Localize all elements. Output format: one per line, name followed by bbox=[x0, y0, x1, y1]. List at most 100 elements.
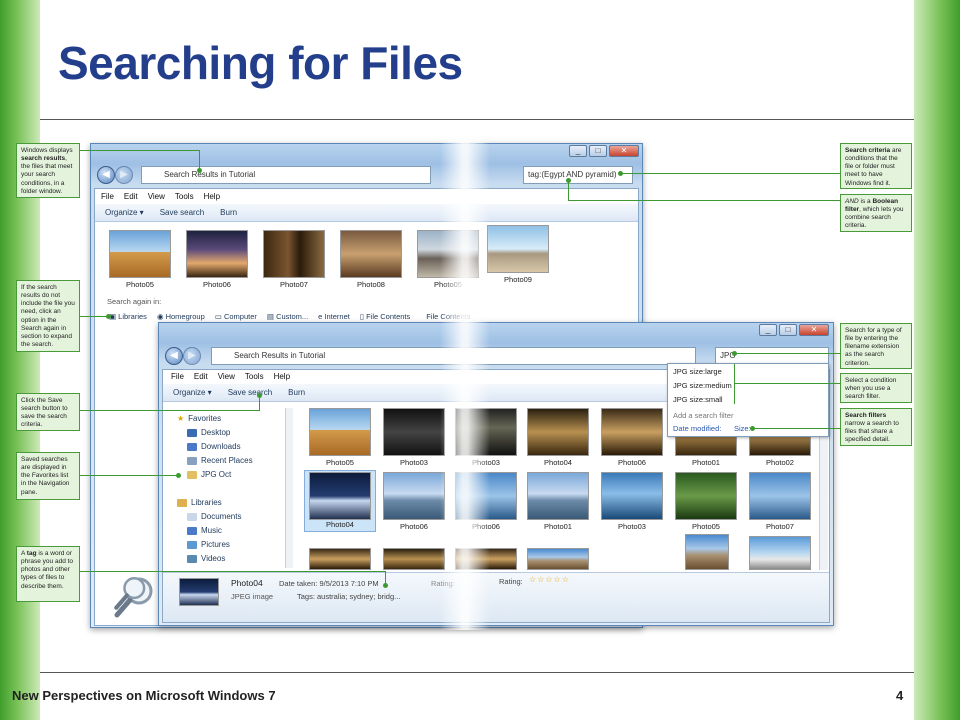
search-again-custom[interactable]: ▤ Custom... bbox=[267, 312, 308, 321]
search-again-libraries[interactable]: ▣ Libraries bbox=[109, 312, 147, 321]
footer-divider bbox=[40, 672, 914, 673]
thumbnail[interactable] bbox=[487, 225, 549, 273]
menu-edit[interactable]: Edit bbox=[194, 372, 208, 381]
nav-videos[interactable]: Videos bbox=[187, 554, 225, 563]
maximize-button[interactable]: □ bbox=[779, 324, 797, 336]
menu-bar: File Edit View Tools Help bbox=[101, 192, 220, 201]
filter-jpg-large[interactable]: JPG size:large bbox=[673, 367, 722, 376]
thumbnail[interactable] bbox=[749, 536, 811, 570]
organize-button[interactable]: Organize ▾ bbox=[173, 384, 212, 401]
thumbnail[interactable] bbox=[309, 472, 371, 520]
forward-button[interactable]: ▶ bbox=[115, 166, 133, 184]
thumbnail[interactable] bbox=[527, 472, 589, 520]
details-tags[interactable]: Tags: australia; sydney; bridg... bbox=[297, 592, 400, 601]
nav-documents[interactable]: Documents bbox=[187, 512, 241, 521]
search-again-file-contents[interactable]: ▯ File Contents bbox=[360, 312, 410, 321]
thumbnail[interactable] bbox=[309, 548, 371, 570]
filter-size[interactable]: Size: bbox=[734, 424, 751, 433]
details-thumbnail bbox=[179, 578, 219, 606]
command-bar: Organize ▾ Save search Burn bbox=[95, 204, 638, 222]
thumbnail-label: Photo05 bbox=[326, 458, 354, 467]
close-button[interactable]: ✕ bbox=[609, 145, 639, 157]
thumbnail[interactable] bbox=[383, 408, 445, 456]
filter-jpg-small[interactable]: JPG size:small bbox=[673, 395, 723, 404]
leader-line bbox=[734, 383, 840, 384]
menu-edit[interactable]: Edit bbox=[124, 192, 138, 201]
nav-favorites[interactable]: ★ Favorites bbox=[177, 414, 221, 423]
window-caption-buttons: _ □ ✕ bbox=[569, 145, 639, 157]
thumbnail-label: Photo05 bbox=[692, 522, 720, 531]
leader-dot bbox=[732, 351, 737, 356]
nav-libraries[interactable]: Libraries bbox=[177, 498, 222, 507]
close-button[interactable]: ✕ bbox=[799, 324, 829, 336]
organize-button[interactable]: Organize ▾ bbox=[105, 204, 144, 221]
search-box[interactable]: tag:(Egypt AND pyramid) bbox=[523, 166, 633, 184]
search-again-computer[interactable]: ▭ Computer bbox=[215, 312, 257, 321]
thumbnail[interactable] bbox=[601, 472, 663, 520]
thumbnail[interactable] bbox=[309, 408, 371, 456]
thumbnail[interactable] bbox=[749, 472, 811, 520]
search-magnifier-icon bbox=[114, 577, 146, 610]
details-type: JPEG image bbox=[231, 592, 274, 601]
thumbnail[interactable] bbox=[527, 408, 589, 456]
thumbnail-label: Photo02 bbox=[766, 458, 794, 467]
nav-music[interactable]: Music bbox=[187, 526, 222, 535]
minimize-button[interactable]: _ bbox=[569, 145, 587, 157]
menu-view[interactable]: View bbox=[148, 192, 165, 201]
burn-button[interactable]: Burn bbox=[220, 204, 237, 221]
save-search-button[interactable]: Save search bbox=[228, 384, 272, 401]
nav-downloads[interactable]: Downloads bbox=[187, 442, 241, 451]
thumbnail-label: Photo06 bbox=[618, 458, 646, 467]
thumbnail[interactable] bbox=[186, 230, 248, 278]
thumbnail[interactable] bbox=[685, 534, 729, 570]
nav-scrollbar[interactable] bbox=[285, 408, 293, 568]
nav-desktop[interactable]: Desktop bbox=[187, 428, 230, 437]
filter-date-modified[interactable]: Date modified: bbox=[673, 424, 721, 433]
menu-tools[interactable]: Tools bbox=[245, 372, 264, 381]
thumbnail[interactable] bbox=[527, 548, 589, 570]
nav-jpg-oct[interactable]: JPG Oct bbox=[187, 470, 231, 479]
forward-button[interactable]: ▶ bbox=[183, 347, 201, 365]
nav-pictures[interactable]: Pictures bbox=[187, 540, 230, 549]
thumbnail[interactable] bbox=[340, 230, 402, 278]
minimize-button[interactable]: _ bbox=[759, 324, 777, 336]
search-query: tag:(Egypt AND pyramid) bbox=[528, 170, 617, 179]
nav-recent-places[interactable]: Recent Places bbox=[187, 456, 253, 465]
menu-help[interactable]: Help bbox=[204, 192, 220, 201]
pictures-icon bbox=[187, 540, 197, 549]
callout-search-filters: Search filters narrow a search to files … bbox=[840, 408, 912, 446]
menu-file[interactable]: File bbox=[171, 372, 184, 381]
thumbnail[interactable] bbox=[263, 230, 325, 278]
maximize-button[interactable]: □ bbox=[589, 145, 607, 157]
save-search-button[interactable]: Save search bbox=[160, 204, 204, 221]
menu-bar: File Edit View Tools Help bbox=[171, 372, 290, 381]
rating-stars[interactable]: ☆☆☆☆☆ bbox=[529, 575, 570, 584]
add-search-filter-label: Add a search filter bbox=[673, 411, 734, 420]
address-bar[interactable]: Search Results in Tutorial bbox=[141, 166, 431, 184]
back-button[interactable]: ◀ bbox=[97, 166, 115, 184]
burn-button[interactable]: Burn bbox=[288, 384, 305, 401]
search-again-internet[interactable]: e Internet bbox=[318, 312, 350, 321]
thumbnail[interactable] bbox=[383, 548, 445, 570]
search-again-bar: ▣ Libraries ◉ Homegroup ▭ Computer ▤ Cus… bbox=[109, 312, 470, 321]
search-again-homegroup[interactable]: ◉ Homegroup bbox=[157, 312, 205, 321]
thumbnail[interactable] bbox=[109, 230, 171, 278]
leader-line bbox=[734, 353, 840, 354]
back-button[interactable]: ◀ bbox=[165, 347, 183, 365]
menu-tools[interactable]: Tools bbox=[175, 192, 194, 201]
thumbnail[interactable] bbox=[675, 472, 737, 520]
menu-file[interactable]: File bbox=[101, 192, 114, 201]
details-rating-label: Rating: bbox=[499, 577, 523, 586]
thumbnail-label: Photo09 bbox=[504, 275, 532, 284]
thumbnail[interactable] bbox=[383, 472, 445, 520]
filter-jpg-medium[interactable]: JPG size:medium bbox=[673, 381, 732, 390]
star-icon: ★ bbox=[177, 414, 185, 423]
leader-line bbox=[80, 571, 386, 572]
callout-file-type: Search for a type of file by entering th… bbox=[840, 323, 912, 369]
leader-dot bbox=[566, 178, 571, 183]
thumbnail-label: Photo07 bbox=[766, 522, 794, 531]
menu-view[interactable]: View bbox=[218, 372, 235, 381]
thumbnail[interactable] bbox=[601, 408, 663, 456]
menu-help[interactable]: Help bbox=[274, 372, 290, 381]
details-name: Photo04 bbox=[231, 578, 263, 588]
